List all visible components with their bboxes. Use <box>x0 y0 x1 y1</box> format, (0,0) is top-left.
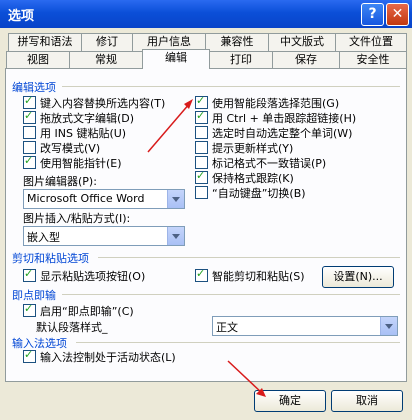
replace-selection-checkbox[interactable] <box>23 94 36 109</box>
tab-print[interactable]: 打印 <box>209 51 273 69</box>
ime-control-checkbox[interactable] <box>23 348 36 363</box>
tab-save[interactable]: 保存 <box>272 51 340 69</box>
tab-general[interactable]: 常规 <box>69 51 143 69</box>
chevron-down-icon <box>380 317 397 335</box>
insert-paste-select[interactable]: 嵌入型 <box>23 226 185 246</box>
smart-paragraph-checkbox[interactable] <box>195 94 208 109</box>
help-button[interactable]: ? <box>361 3 384 26</box>
drag-drop-checkbox[interactable] <box>23 109 36 124</box>
chevron-down-icon <box>167 227 184 245</box>
prompt-update-style-checkbox[interactable] <box>195 141 208 154</box>
picture-editor-value: Microsoft Office Word <box>27 192 145 205</box>
tab-edit[interactable]: 编辑 <box>142 49 210 69</box>
keep-track-formatting-label: 保持格式跟踪(K) <box>212 172 294 185</box>
enable-click-type-label: 启用“即点即输”(C) <box>40 305 134 318</box>
smart-cut-paste-checkbox[interactable] <box>195 267 208 282</box>
ctrl-click-hyperlink-label: 用 Ctrl + 单击跟踪超链接(H) <box>212 112 357 125</box>
mark-format-inconsistency-label: 标记格式不一致错误(P) <box>212 157 327 170</box>
smart-cursor-checkbox[interactable] <box>23 154 36 169</box>
tab-spelling-grammar[interactable]: 拼写和语法 <box>8 33 82 51</box>
smart-cut-paste-label: 智能剪切和粘贴(S) <box>212 270 305 283</box>
ctrl-click-hyperlink-checkbox[interactable] <box>195 109 208 124</box>
auto-keyboard-checkbox[interactable] <box>195 186 208 199</box>
default-paragraph-style-select[interactable]: 正文 <box>212 316 398 336</box>
enable-click-type-checkbox[interactable] <box>23 302 36 317</box>
ime-options-divider <box>76 342 400 343</box>
replace-selection-label: 键入内容替换所选内容(T) <box>40 97 166 110</box>
ime-control-label: 输入法控制处于活动状态(L) <box>40 351 176 364</box>
tab-file-locations[interactable]: 文件位置 <box>335 33 407 51</box>
overtype-label: 改写模式(V) <box>40 142 101 155</box>
edit-options-title: 编辑选项 <box>12 81 56 94</box>
smart-cursor-label: 使用智能指针(E) <box>40 157 122 170</box>
title-bar: 选项 ? ✕ <box>0 0 412 28</box>
edit-options-divider <box>62 86 400 87</box>
ins-paste-label: 用 INS 键粘贴(U) <box>40 127 127 140</box>
show-paste-buttons-checkbox[interactable] <box>23 267 36 282</box>
insert-paste-label: 图片插入/粘贴方式(I): <box>23 212 131 225</box>
select-whole-word-checkbox[interactable] <box>195 126 208 139</box>
default-paragraph-style-value: 正文 <box>216 321 238 334</box>
close-button[interactable]: ✕ <box>386 3 409 26</box>
picture-editor-label: 图片编辑器(P): <box>23 175 97 188</box>
keep-track-formatting-checkbox[interactable] <box>195 169 208 184</box>
smart-paragraph-label: 使用智能段落选择范围(G) <box>212 97 340 110</box>
insert-paste-value: 嵌入型 <box>27 231 60 244</box>
click-type-divider <box>62 294 400 295</box>
overtype-checkbox[interactable] <box>23 141 36 154</box>
settings-button[interactable]: 设置(N)... <box>322 266 394 288</box>
mark-format-inconsistency-checkbox[interactable] <box>195 156 208 169</box>
options-dialog: 选项 ? ✕ 拼写和语法 修订 用户信息 兼容性 中文版式 文件位置 视图 常规… <box>0 0 412 420</box>
select-whole-word-label: 选定时自动选定整个单词(W) <box>212 127 353 140</box>
tab-track-changes[interactable]: 修订 <box>81 33 133 51</box>
click-type-title: 即点即输 <box>12 289 56 302</box>
tab-compatibility[interactable]: 兼容性 <box>205 33 269 51</box>
dialog-title: 选项 <box>8 9 35 24</box>
cancel-button[interactable]: 取消 <box>331 390 403 412</box>
ok-button[interactable]: 确定 <box>254 390 326 412</box>
ins-paste-checkbox[interactable] <box>23 126 36 139</box>
tab-security[interactable]: 安全性 <box>339 51 407 69</box>
auto-keyboard-label: “自动键盘”切换(B) <box>212 187 306 200</box>
drag-drop-label: 拖放式文字编辑(D) <box>40 112 135 125</box>
default-paragraph-style-label: 默认段落样式_ <box>36 321 108 334</box>
cut-paste-title: 剪切和粘贴选项 <box>12 252 89 265</box>
prompt-update-style-label: 提示更新样式(Y) <box>212 142 294 155</box>
tab-asian-typography[interactable]: 中文版式 <box>268 33 336 51</box>
show-paste-buttons-label: 显示粘贴选项按钮(O) <box>40 270 146 283</box>
chevron-down-icon <box>167 190 184 208</box>
tab-view[interactable]: 视图 <box>6 51 70 69</box>
picture-editor-select[interactable]: Microsoft Office Word <box>23 189 185 209</box>
cut-paste-divider <box>98 257 400 258</box>
